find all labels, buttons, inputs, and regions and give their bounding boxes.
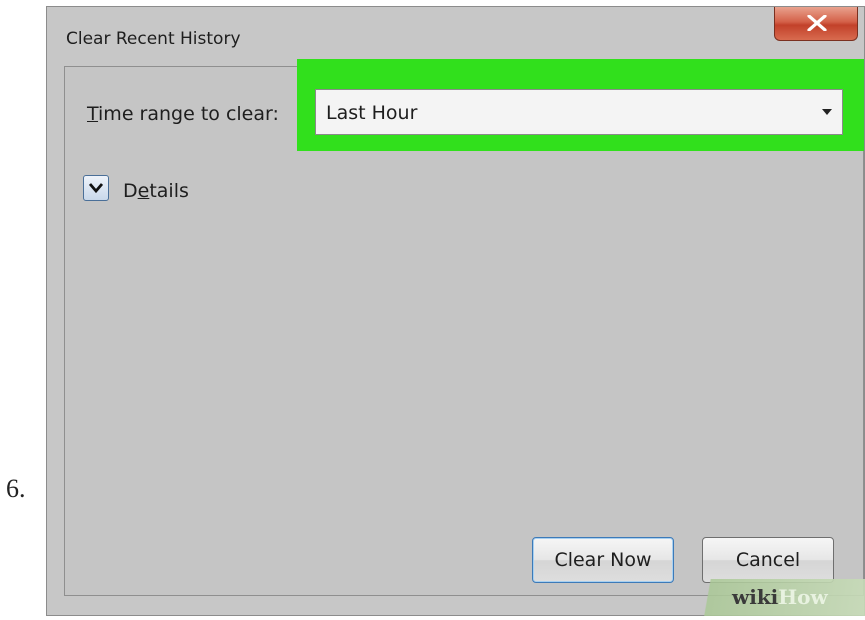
wikihow-watermark: wikiHow xyxy=(698,579,865,616)
close-button[interactable] xyxy=(774,7,858,41)
details-label-post: tails xyxy=(149,180,189,202)
details-toggle-button[interactable] xyxy=(83,175,109,201)
time-range-selected-value: Last Hour xyxy=(326,102,418,124)
time-range-label-accelerator: T xyxy=(87,103,99,125)
details-label[interactable]: Details xyxy=(123,180,189,202)
details-label-pre: D xyxy=(123,180,138,202)
details-label-accelerator: e xyxy=(137,180,150,202)
cancel-button[interactable]: Cancel xyxy=(702,537,834,583)
dialog-title: Clear Recent History xyxy=(66,29,241,49)
time-range-label-text: ime range to clear: xyxy=(98,103,279,125)
dropdown-arrow-icon xyxy=(822,109,832,115)
watermark-how: How xyxy=(778,585,828,609)
watermark-wiki: wiki xyxy=(732,585,779,609)
chevron-down-icon xyxy=(88,183,104,194)
close-x-icon xyxy=(807,15,827,31)
time-range-select[interactable]: Last Hour xyxy=(315,89,843,135)
step-number: 6. xyxy=(6,474,26,503)
clear-history-dialog: Clear Recent History Time range to clear… xyxy=(46,6,865,616)
dialog-titlebar: Clear Recent History xyxy=(47,7,864,67)
time-range-label: Time range to clear: xyxy=(87,103,279,125)
clear-now-button[interactable]: Clear Now xyxy=(532,537,674,583)
